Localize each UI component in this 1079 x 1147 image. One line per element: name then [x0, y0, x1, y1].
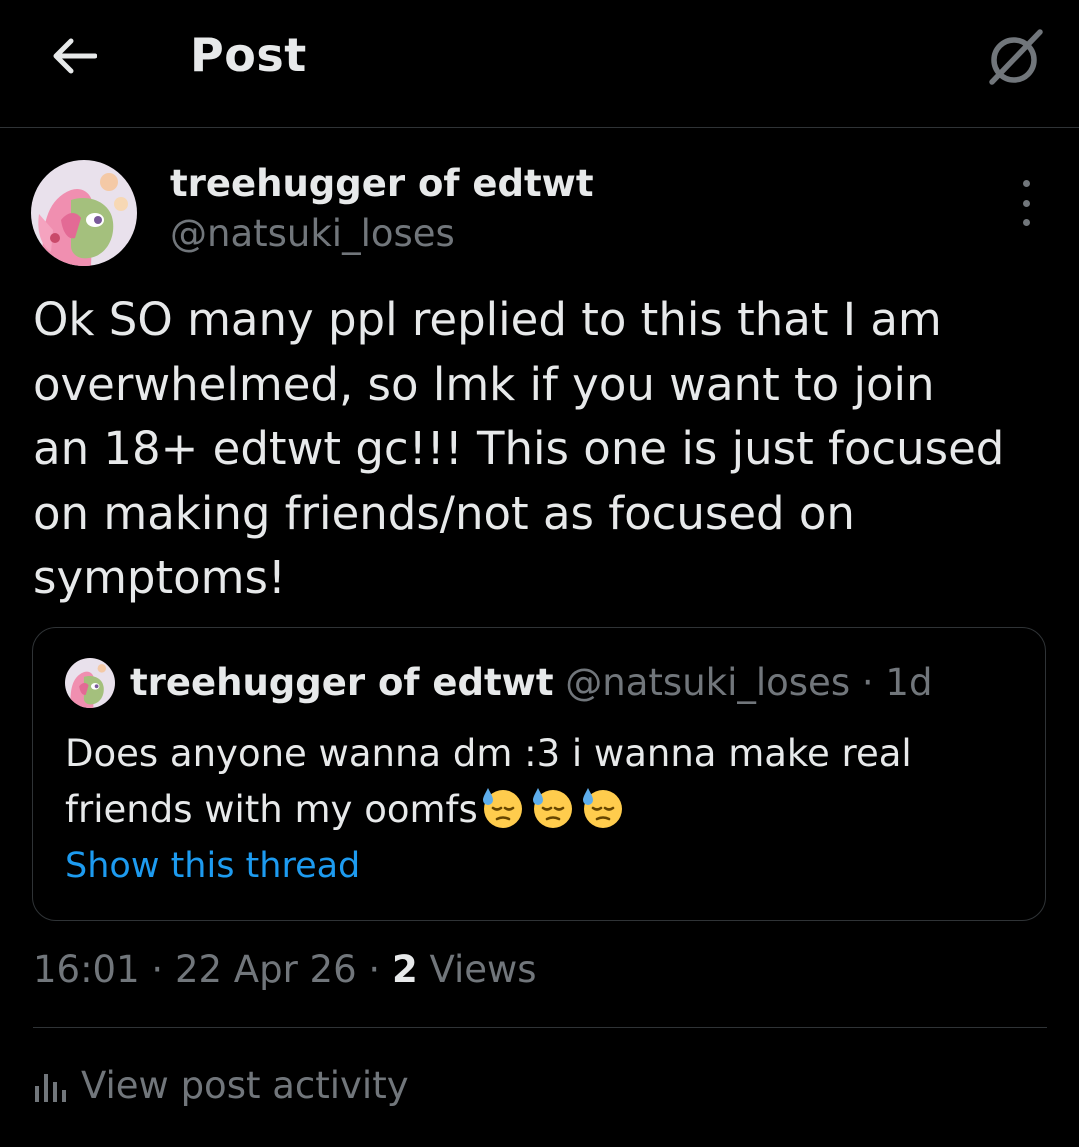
- back-button[interactable]: [44, 26, 104, 86]
- quoted-avatar: [65, 658, 115, 708]
- quoted-author-handle: @natsuki_loses: [565, 661, 851, 704]
- quoted-author-name: treehugger of edtwt: [130, 661, 554, 704]
- author-name[interactable]: treehugger of edtwt: [170, 162, 594, 205]
- sweat-emoji-icon: [530, 784, 576, 846]
- quoted-text: Does anyone wanna dm :3 i wanna make rea…: [65, 726, 1005, 846]
- more-options-button[interactable]: [1008, 180, 1044, 226]
- author-handle[interactable]: @natsuki_loses: [170, 212, 455, 255]
- quoted-separator: ·: [861, 661, 874, 704]
- post-meta: 16:01 · 22 Apr 26 · 2 Views: [33, 948, 537, 991]
- pony-avatar-image: [65, 658, 115, 708]
- dot-icon: [1022, 180, 1030, 187]
- meta-separator: ·: [368, 948, 381, 991]
- post-text: Ok SO many ppl replied to this that I am…: [33, 293, 1005, 604]
- sweat-emoji-icon: [480, 784, 526, 846]
- top-bar: Post: [0, 0, 1079, 128]
- arrow-left-icon: [53, 38, 97, 74]
- views-count: 2: [391, 948, 418, 991]
- quoted-post[interactable]: treehugger of edtwt @natsuki_loses · 1d …: [32, 627, 1046, 921]
- divider: [33, 1027, 1047, 1028]
- dot-icon: [1022, 219, 1030, 226]
- grok-slash-icon: [989, 29, 1043, 85]
- pony-avatar-image: [31, 160, 137, 266]
- meta-separator: ·: [151, 948, 164, 991]
- avatar[interactable]: [31, 160, 137, 266]
- bar-chart-icon: [35, 1073, 66, 1102]
- sweat-emoji-icon: [580, 784, 626, 846]
- activity-label: View post activity: [81, 1064, 409, 1107]
- view-post-activity-button[interactable]: View post activity: [33, 1064, 409, 1107]
- quoted-age: 1d: [885, 661, 933, 704]
- views-label: Views: [429, 948, 537, 991]
- show-thread-link[interactable]: Show this thread: [65, 846, 360, 886]
- grok-button[interactable]: [980, 22, 1050, 92]
- post-time[interactable]: 16:01: [33, 948, 140, 991]
- emoji-group: [480, 784, 626, 846]
- dot-icon: [1022, 199, 1030, 207]
- quoted-header: treehugger of edtwt @natsuki_loses · 1d: [130, 661, 932, 704]
- post-date[interactable]: 22 Apr 26: [175, 948, 357, 991]
- page-title: Post: [190, 28, 307, 82]
